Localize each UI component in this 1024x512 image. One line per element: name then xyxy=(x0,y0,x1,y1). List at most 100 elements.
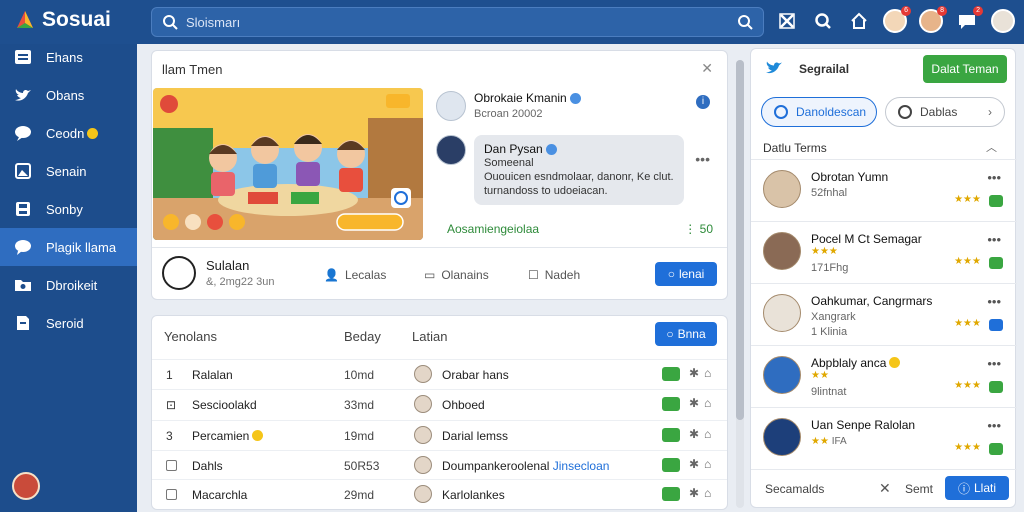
search-input[interactable] xyxy=(186,14,737,30)
more-icon[interactable]: ••• xyxy=(987,356,1001,371)
check-icon[interactable] xyxy=(662,428,680,442)
feed-action-button[interactable]: ○ lenai xyxy=(655,262,717,286)
trend-name: Oahkumar, Cangrmars xyxy=(811,294,933,308)
notification-badge: 2 xyxy=(973,6,983,16)
footer-button[interactable]: ⓘ Llati xyxy=(945,476,1009,500)
check-icon[interactable] xyxy=(662,487,680,501)
bird-icon xyxy=(14,86,32,104)
close-icon[interactable]: ✱ xyxy=(689,457,699,471)
table-row[interactable]: Macarchla 29md Karlolankes ✱ ⌂ xyxy=(152,479,727,509)
drag-icon[interactable]: ⊡ xyxy=(166,398,176,412)
more-icon[interactable]: ••• xyxy=(695,151,710,167)
sidebar-item-seroid[interactable]: Seroid xyxy=(0,304,137,342)
more-icon[interactable]: ••• xyxy=(987,232,1001,247)
home-icon[interactable]: ⌂ xyxy=(704,486,711,500)
row-checkbox[interactable] xyxy=(166,460,177,471)
feed-footer: Sulalan &, 2mg22 3un 👤 Lecalas ▭ Olanains … xyxy=(152,247,727,301)
thread-reply[interactable]: Dan Pysan Someenal Ououicen esndmolaar, … xyxy=(436,135,716,205)
close-icon[interactable]: ✕ xyxy=(879,480,891,497)
green-link[interactable]: Aosamiengeiolaa xyxy=(447,222,539,236)
search-icon xyxy=(774,105,788,119)
chevron-up-icon[interactable]: ︿ xyxy=(986,139,997,155)
trend-item[interactable]: Obrotan Yumn 52fnhal ••• ★★★ xyxy=(751,159,1017,221)
pill-danoldescan[interactable]: Danoldescan xyxy=(761,97,877,127)
check-icon[interactable] xyxy=(662,397,680,411)
search-bar[interactable] xyxy=(151,7,764,37)
table-row[interactable]: 3 Percamien 19md Darial lemss ✱ ⌂ xyxy=(152,420,727,450)
close-icon[interactable]: ✱ xyxy=(689,427,699,441)
sidebar-item-dbroikeit[interactable]: Dbroikeit xyxy=(0,266,137,304)
sidebar-item-ceodn[interactable]: Ceodn xyxy=(0,114,137,152)
sidebar-item-plagik-llama[interactable]: Plagik llama xyxy=(0,228,137,266)
user-icon: 👤 xyxy=(324,268,339,282)
rating: ★★★ xyxy=(954,442,981,453)
home-icon[interactable]: ⌂ xyxy=(704,366,711,380)
trend-meta: 9lintnat xyxy=(811,386,847,398)
check-icon[interactable] xyxy=(662,458,680,472)
info-icon[interactable]: i xyxy=(696,95,710,109)
sidebar-item-ehans[interactable]: Ehans xyxy=(0,38,137,76)
tools-icon[interactable] xyxy=(774,8,800,34)
verified-icon xyxy=(569,92,581,104)
emoji-icon xyxy=(87,127,99,139)
footer-send[interactable]: Semt xyxy=(905,482,933,496)
avatar xyxy=(763,232,801,270)
hero-image[interactable] xyxy=(153,88,423,240)
row-checkbox[interactable] xyxy=(166,489,177,500)
close-icon[interactable]: ✱ xyxy=(689,486,699,500)
chat-icon[interactable]: 2 xyxy=(954,6,983,34)
action-nadeh[interactable]: ☐ Nadeh xyxy=(528,268,580,282)
avatar[interactable] xyxy=(162,256,196,290)
table-action-button[interactable]: ○ Bnna xyxy=(655,322,717,346)
table-row[interactable]: Dahls 50R53 Doumpankeroolenal Jinsecloan… xyxy=(152,450,727,480)
table-row[interactable]: ⊡ Sescioolakd 33md Ohboed ✱ ⌂ xyxy=(152,389,727,419)
sidebar-item-sonby[interactable]: Sonby xyxy=(0,190,137,228)
avatar-icon[interactable]: 8 xyxy=(918,6,947,34)
trend-meta: Xangrark xyxy=(811,311,856,323)
check-icon[interactable] xyxy=(662,367,680,381)
home-icon[interactable] xyxy=(846,8,872,34)
action-olanains[interactable]: ▭ Olanains xyxy=(424,268,489,282)
close-icon[interactable]: ✕ xyxy=(701,60,713,77)
action-lecalas[interactable]: 👤 Lecalas xyxy=(324,268,386,282)
section-title: Datlu Terms xyxy=(763,141,827,155)
trend-item[interactable]: Oahkumar, Cangrmars Xangrark 1 Klinia ••… xyxy=(751,283,1017,345)
row-name: Sescioolakd xyxy=(192,398,257,412)
thread-post[interactable]: Obrokaie Kmanin Bcroan 20002 xyxy=(436,91,716,121)
search-icon[interactable] xyxy=(810,8,836,34)
more-icon[interactable]: ••• xyxy=(987,170,1001,185)
sidebar-item-obans[interactable]: Obans xyxy=(0,76,137,114)
reply-text: Someenal Ououicen esndmolaar, danonr, Ke… xyxy=(484,157,674,197)
more-icon[interactable]: ••• xyxy=(987,294,1001,309)
sidebar-item-label: Ehans xyxy=(46,49,83,65)
more-icon[interactable]: ••• xyxy=(987,418,1001,433)
scrollbar[interactable] xyxy=(736,60,744,508)
trend-item[interactable]: Abpblaly anca ★★ 9lintnat ••• ★★★ xyxy=(751,345,1017,407)
close-icon[interactable]: ✱ xyxy=(689,366,699,380)
green-action-button[interactable]: Dalat Teman xyxy=(923,55,1007,83)
scrollbar-thumb[interactable] xyxy=(736,60,744,420)
share-icon: ☐ xyxy=(528,268,539,282)
trend-item[interactable]: Pocel M Ct Semagar ★★★ 171Fhg ••• ★★★ xyxy=(751,221,1017,283)
table-row[interactable]: 1 Ralalan 10md Orabar hans ✱ ⌂ xyxy=(152,359,727,389)
pill-dablas[interactable]: Dablas › xyxy=(885,97,1005,127)
row-link[interactable]: Jinsecloan xyxy=(553,459,610,473)
sidebar-item-label: Plagik llama xyxy=(46,239,117,255)
home-icon[interactable]: ⌂ xyxy=(704,457,711,471)
avatar-icon[interactable]: 6 xyxy=(882,6,911,34)
sidebar-item-senain[interactable]: Senain xyxy=(0,152,137,190)
rating: ★★★ xyxy=(954,194,981,205)
home-icon[interactable]: ⌂ xyxy=(704,396,711,410)
home-icon[interactable]: ⌂ xyxy=(704,427,711,441)
footer-name: Sulalan xyxy=(206,258,250,273)
search-icon[interactable] xyxy=(737,14,753,30)
rating: ★★★ xyxy=(954,256,981,267)
trend-item[interactable]: Uan Senpe Ralolan ★★ IFA ••• ★★★ xyxy=(751,407,1017,469)
row-date: 10md xyxy=(344,368,375,382)
reply-author: Dan Pysan xyxy=(484,142,674,156)
avatar-icon[interactable] xyxy=(990,8,1016,34)
brand[interactable]: Sosuai xyxy=(14,8,111,32)
close-icon[interactable]: ✱ xyxy=(689,396,699,410)
right-panel: Segrailal Dalat Teman Danoldescan Dablas… xyxy=(750,48,1017,508)
user-avatar[interactable] xyxy=(12,472,40,500)
